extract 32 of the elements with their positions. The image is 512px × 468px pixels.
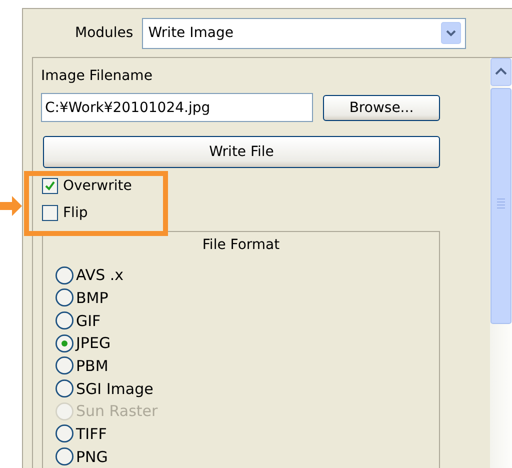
radio-label: SGI Image bbox=[76, 380, 154, 398]
checkbox-label: Overwrite bbox=[63, 178, 132, 194]
checkbox[interactable] bbox=[42, 178, 58, 194]
radio-label: PNG bbox=[76, 448, 108, 466]
group-title: File Format bbox=[202, 236, 280, 255]
radio-button[interactable] bbox=[55, 447, 74, 466]
radio-button[interactable] bbox=[55, 288, 74, 308]
write-file-button[interactable]: Write File bbox=[43, 136, 440, 168]
checkbox[interactable] bbox=[42, 205, 58, 222]
scrollbar[interactable] bbox=[490, 58, 512, 468]
radio-button[interactable] bbox=[55, 266, 74, 285]
arrow-icon bbox=[0, 196, 22, 216]
filename-field[interactable]: C:¥Work¥20101024.jpg bbox=[41, 93, 313, 122]
radio-label: TIFF bbox=[76, 424, 107, 443]
modules-label: Modules bbox=[75, 25, 134, 41]
modules-dropdown[interactable]: Write Image bbox=[142, 18, 466, 48]
radio-button[interactable] bbox=[55, 424, 74, 444]
radio-button[interactable] bbox=[55, 334, 74, 353]
radio-button[interactable] bbox=[55, 379, 74, 398]
scroll-thumb[interactable] bbox=[490, 88, 512, 324]
radio-button[interactable] bbox=[55, 311, 74, 330]
browse-button[interactable]: Browse... bbox=[323, 94, 440, 121]
radio-label: Sun Raster bbox=[76, 402, 158, 420]
radio-label: PBM bbox=[76, 356, 108, 375]
radio-button[interactable] bbox=[55, 356, 74, 376]
checkbox-label: Flip bbox=[63, 205, 88, 222]
radio-label: GIF bbox=[76, 312, 101, 330]
scroll-up-icon[interactable] bbox=[490, 58, 512, 86]
filename-label: Image Filename bbox=[41, 67, 152, 86]
radio-label: JPEG bbox=[76, 334, 111, 352]
radio-label: BMP bbox=[76, 288, 108, 307]
radio-label: AVS .x bbox=[76, 266, 124, 284]
